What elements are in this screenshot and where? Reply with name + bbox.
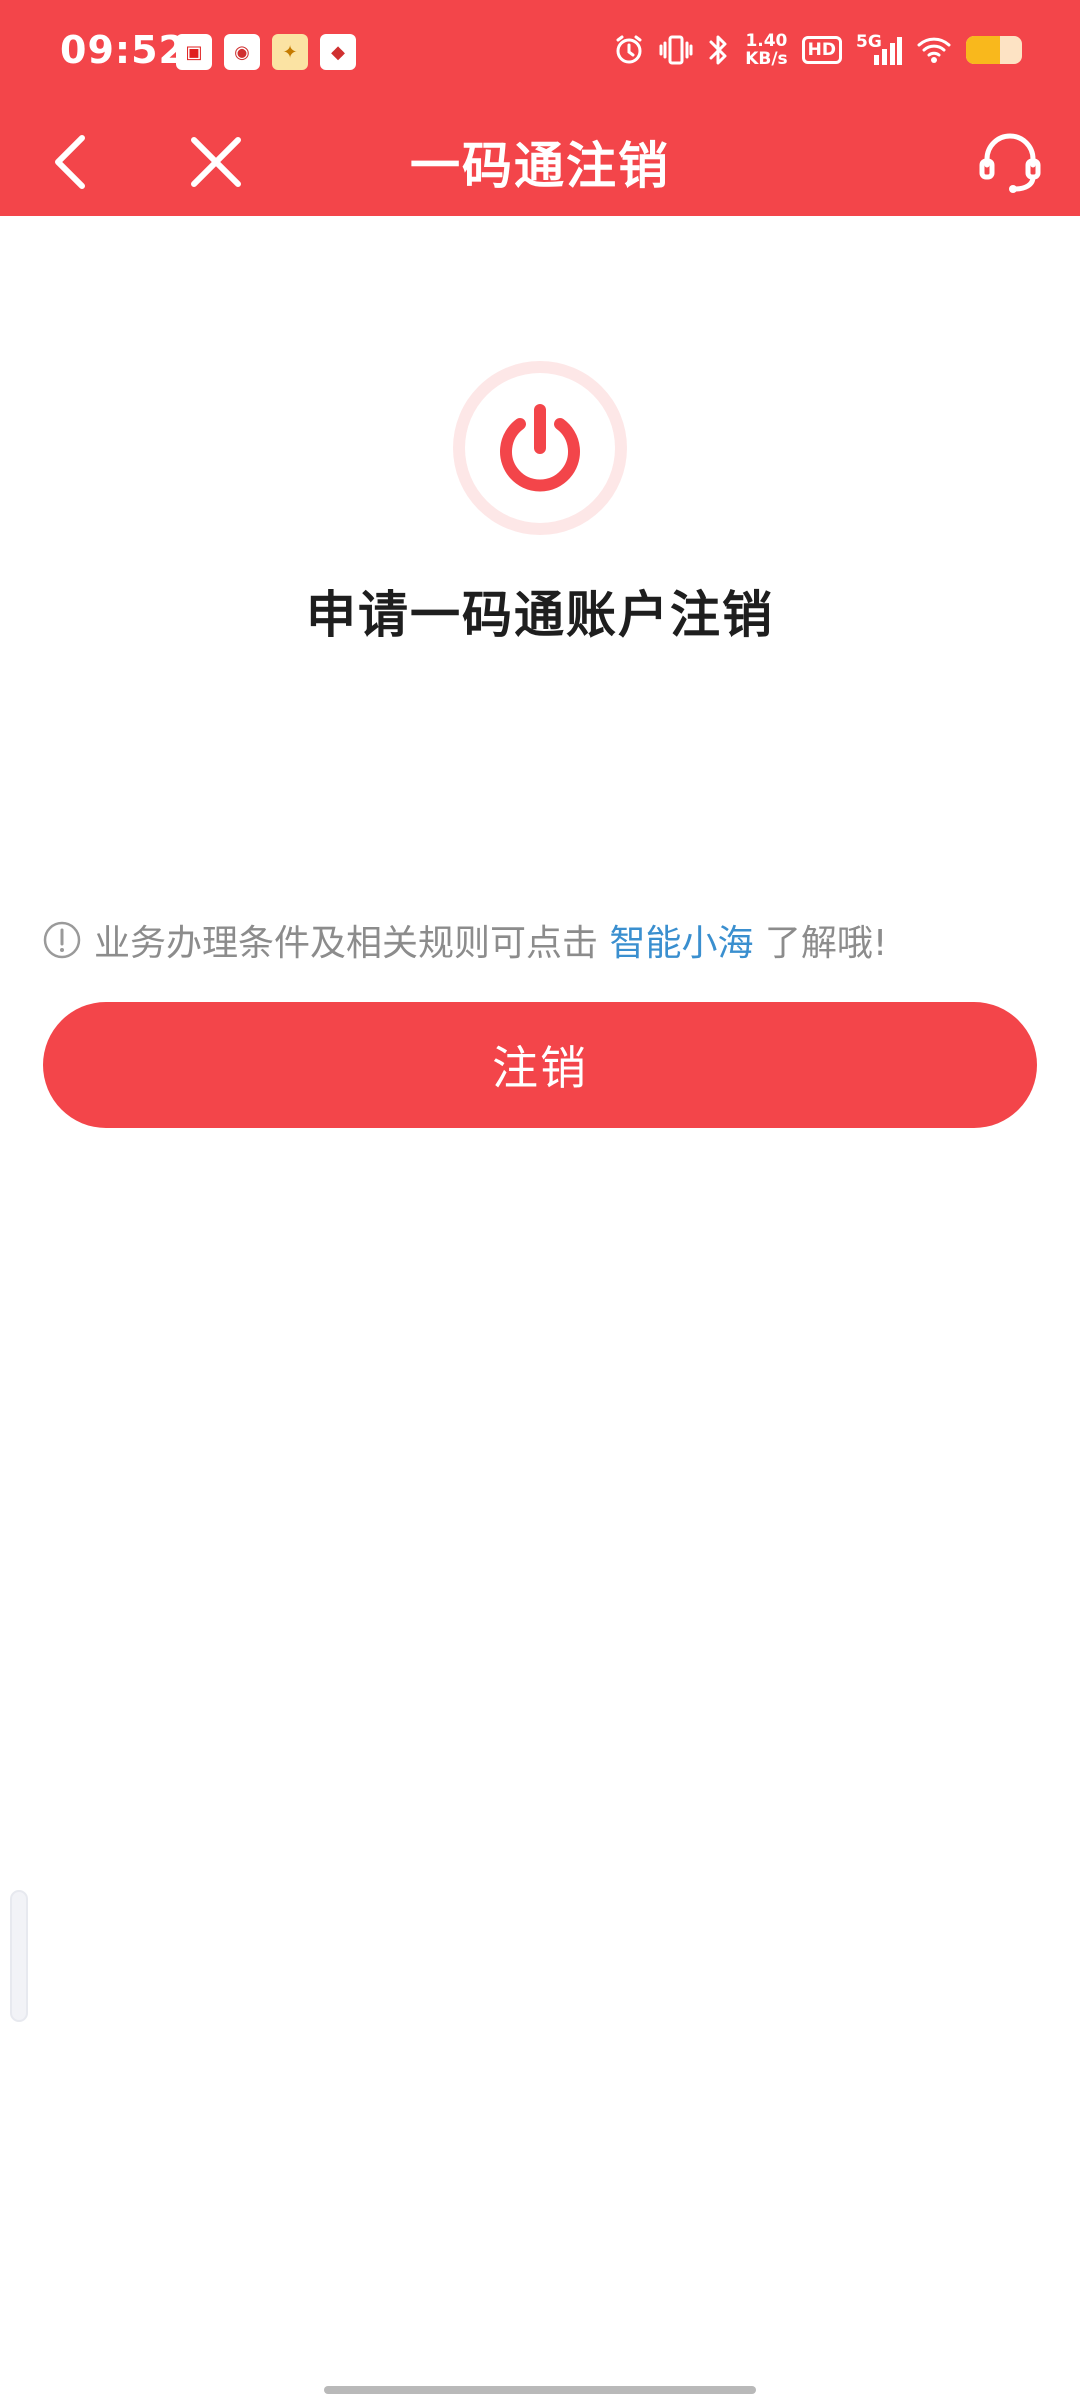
page: 09:52 ▣ ◉ ✦ ◆ 1.40 KB/s HD 5G 一码通注销 申请一码…	[0, 0, 1080, 2400]
notice-text: 业务办理条件及相关规则可点击 智能小海 了解哦!	[94, 914, 887, 966]
hd-badge: HD	[801, 36, 842, 64]
power-icon-badge-inner	[465, 373, 615, 523]
app-notification-icon: ✦	[272, 34, 308, 70]
page-title: 一码通注销	[410, 137, 670, 195]
customer-service-button[interactable]	[960, 108, 1060, 216]
alarm-icon	[613, 34, 645, 66]
network-speed: 1.40 KB/s	[745, 32, 787, 68]
home-indicator[interactable]	[324, 2386, 756, 2394]
bluetooth-icon	[707, 33, 731, 67]
smart-assistant-link[interactable]: 智能小海	[609, 923, 753, 964]
info-icon	[43, 921, 81, 959]
power-icon	[500, 404, 580, 492]
app-notification-icon: ◉	[224, 34, 260, 70]
notice-suffix: 了解哦!	[753, 923, 888, 964]
vibrate-icon	[659, 34, 693, 66]
power-icon-badge	[453, 361, 627, 535]
app-notification-icon: ▣	[176, 34, 212, 70]
status-bar: 09:52 ▣ ◉ ✦ ◆ 1.40 KB/s HD 5G	[0, 0, 1080, 108]
notice: 业务办理条件及相关规则可点击 智能小海 了解哦!	[42, 912, 1038, 968]
net-speed-value: 1.40	[745, 31, 788, 51]
side-drawer-handle[interactable]	[10, 1890, 28, 2022]
status-indicators: 1.40 KB/s HD 5G	[613, 32, 1022, 68]
battery-fill	[966, 36, 1000, 64]
notice-prefix: 业务办理条件及相关规则可点击	[94, 923, 610, 964]
signal-bars-icon	[874, 37, 902, 65]
wifi-icon	[916, 35, 952, 65]
nav-bar: 一码通注销	[0, 108, 1080, 216]
cancel-account-button[interactable]: 注销	[43, 1002, 1037, 1128]
status-time: 09:52	[60, 28, 186, 72]
net-speed-unit: KB/s	[745, 49, 788, 69]
headset-icon	[979, 133, 1041, 193]
signal-indicator: 5G	[856, 33, 902, 67]
notification-icons: ▣ ◉ ✦ ◆	[176, 34, 356, 70]
header: 09:52 ▣ ◉ ✦ ◆ 1.40 KB/s HD 5G 一码通注销	[0, 0, 1080, 216]
main-heading: 申请一码通账户注销	[306, 586, 774, 644]
battery-icon	[966, 36, 1022, 64]
app-notification-icon: ◆	[320, 34, 356, 70]
